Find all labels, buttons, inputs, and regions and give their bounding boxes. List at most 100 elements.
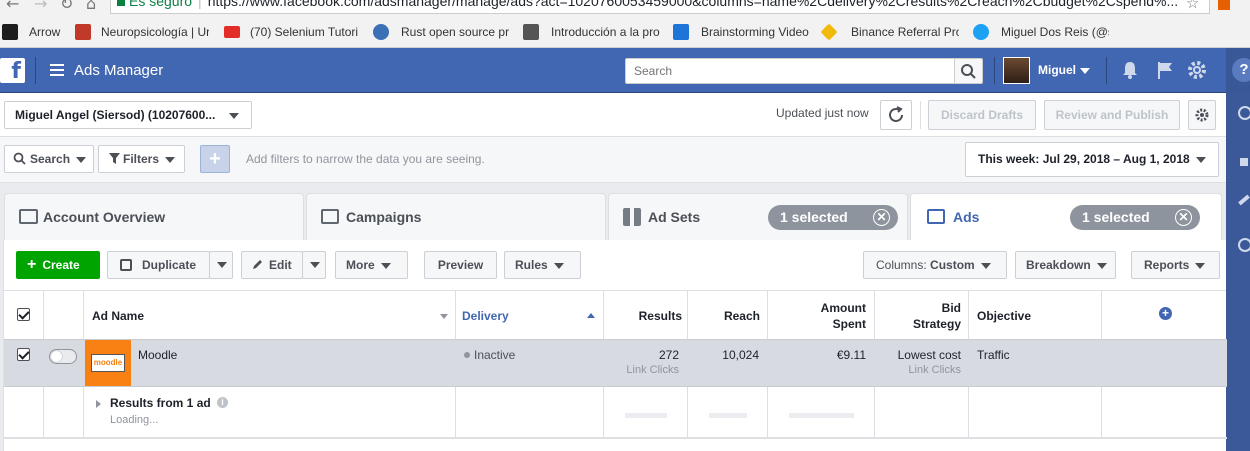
duplicate-dropdown[interactable] bbox=[209, 251, 233, 279]
duplicate-button[interactable]: Duplicate bbox=[107, 251, 210, 279]
avatar[interactable] bbox=[1003, 57, 1030, 84]
tab-label: Account Overview bbox=[43, 209, 166, 225]
results-cell: 272 bbox=[658, 348, 679, 362]
reload-icon[interactable]: ↻ bbox=[60, 0, 73, 13]
updated-status: Updated just now bbox=[776, 106, 869, 120]
settings-button[interactable] bbox=[1188, 100, 1216, 130]
bookmark-rust[interactable]: Rust open source pro bbox=[401, 25, 509, 39]
divider bbox=[35, 57, 36, 84]
bookmark-neuropsicologia[interactable]: Neuropsicología | Ur bbox=[101, 25, 209, 39]
select-all-checkbox[interactable] bbox=[17, 308, 30, 321]
url-text: https://www.facebook.com/adsmanager/mana… bbox=[207, 0, 1179, 9]
extension-icon[interactable] bbox=[1218, 0, 1230, 10]
edit-label: Edit bbox=[269, 258, 292, 272]
refresh-button[interactable] bbox=[880, 100, 912, 130]
trello-icon bbox=[673, 24, 689, 40]
adsets-selected-badge[interactable]: 1 selected ✕ bbox=[768, 205, 898, 230]
gear-icon[interactable] bbox=[1186, 59, 1208, 81]
divider bbox=[920, 101, 921, 129]
menu-icon[interactable] bbox=[50, 64, 64, 76]
info-icon[interactable]: i bbox=[217, 397, 228, 408]
delivery-cell: Inactive bbox=[474, 348, 516, 362]
ads-selected-badge[interactable]: 1 selected ✕ bbox=[1070, 205, 1200, 230]
flag-icon[interactable] bbox=[1155, 60, 1175, 80]
address-bar[interactable]: Es seguro | https://www.facebook.com/adsma… bbox=[110, 0, 1210, 14]
date-range-picker[interactable]: This week: Jul 29, 2018 – Aug 1, 2018 bbox=[965, 142, 1219, 177]
chevron-down-icon bbox=[310, 261, 320, 268]
account-selector-label: Miguel Angel (Siersod) (10207600... bbox=[15, 108, 216, 122]
search-icon bbox=[961, 64, 976, 79]
bookmark-brainstorming[interactable]: Brainstorming Video bbox=[701, 25, 809, 39]
results-sub: Link Clicks bbox=[626, 364, 679, 376]
edit-dropdown[interactable] bbox=[302, 251, 326, 279]
chevron-down-icon[interactable] bbox=[1080, 68, 1090, 74]
badge-label: 1 selected bbox=[780, 209, 848, 225]
table-bottom-border bbox=[4, 437, 1227, 439]
badge-label: 1 selected bbox=[1082, 209, 1150, 225]
ad-thumbnail[interactable]: moodle bbox=[85, 340, 131, 386]
more-button[interactable]: More bbox=[335, 251, 408, 279]
add-filter-button[interactable]: + bbox=[200, 145, 230, 173]
chart-icon[interactable] bbox=[1240, 158, 1248, 166]
close-icon[interactable]: ✕ bbox=[1175, 209, 1192, 226]
close-icon[interactable]: ✕ bbox=[873, 209, 890, 226]
bookmark-miguel[interactable]: Miguel Dos Reis (@s bbox=[1001, 25, 1109, 39]
sort-ascending-icon[interactable] bbox=[587, 313, 595, 318]
rules-button[interactable]: Rules bbox=[504, 251, 581, 279]
breakdown-button[interactable]: Breakdown bbox=[1015, 251, 1116, 279]
history-icon[interactable] bbox=[1238, 238, 1250, 252]
account-selector[interactable]: Miguel Angel (Siersod) (10207600... bbox=[4, 101, 252, 129]
bookmark-arrow[interactable]: Arrow bbox=[29, 25, 69, 39]
create-button[interactable]: + Create bbox=[16, 251, 100, 279]
row-checkbox[interactable] bbox=[17, 348, 30, 361]
tab-campaigns[interactable]: Campaigns bbox=[306, 193, 606, 240]
ad-icon bbox=[927, 209, 945, 224]
user-name[interactable]: Miguel bbox=[1038, 63, 1076, 77]
help-icon[interactable]: ? bbox=[1232, 58, 1250, 82]
loading-placeholder bbox=[709, 413, 747, 418]
search-input[interactable] bbox=[625, 58, 955, 84]
filters-button[interactable]: Filters bbox=[98, 145, 185, 173]
tab-ads[interactable]: Ads 1 selected ✕ bbox=[910, 193, 1222, 240]
objective-cell: Traffic bbox=[977, 348, 1010, 362]
reports-button[interactable]: Reports bbox=[1131, 251, 1220, 279]
discard-drafts-button[interactable]: Discard Drafts bbox=[928, 100, 1036, 130]
ad-toggle[interactable] bbox=[49, 349, 77, 364]
preview-button[interactable]: Preview bbox=[424, 251, 497, 279]
ad-name-cell[interactable]: Moodle bbox=[138, 348, 177, 362]
review-publish-button[interactable]: Review and Publish bbox=[1044, 100, 1180, 130]
facebook-logo-icon[interactable]: f bbox=[0, 58, 25, 84]
chevron-right-icon[interactable] bbox=[96, 400, 101, 408]
notifications-bell-icon[interactable] bbox=[1120, 60, 1140, 80]
divider bbox=[1106, 57, 1107, 84]
chevron-down-icon[interactable] bbox=[440, 314, 448, 319]
filters-label: Filters bbox=[123, 152, 160, 166]
star-icon[interactable]: ☆ bbox=[1186, 0, 1199, 12]
plus-icon: + bbox=[209, 148, 221, 170]
bid-sub: Link Clicks bbox=[908, 364, 961, 376]
toggle-knob bbox=[51, 351, 62, 362]
search-filter-button[interactable]: Search bbox=[4, 145, 94, 173]
columns-button[interactable]: Columns: Custom bbox=[863, 251, 1007, 279]
lock-icon bbox=[117, 0, 125, 6]
pencil-icon bbox=[253, 260, 262, 269]
bookmark-binance[interactable]: Binance Referral Prog bbox=[851, 25, 959, 39]
forward-icon[interactable]: → bbox=[34, 0, 47, 13]
loading-placeholder bbox=[625, 413, 667, 418]
funnel-icon bbox=[109, 153, 120, 164]
tab-account-overview[interactable]: Account Overview bbox=[4, 193, 304, 240]
table-row[interactable]: moodle Moodle Inactive 272 Link Clicks 1… bbox=[4, 339, 1227, 387]
bookmark-introduccion[interactable]: Introducción a la pro bbox=[551, 25, 661, 39]
tab-ad-sets[interactable]: Ad Sets 1 selected ✕ bbox=[608, 193, 908, 240]
tab-label: Campaigns bbox=[346, 209, 422, 225]
search-button[interactable] bbox=[954, 58, 983, 84]
side-panel-strip bbox=[1226, 93, 1250, 451]
edit-button[interactable]: Edit bbox=[241, 251, 303, 279]
home-icon[interactable]: ⌂ bbox=[86, 0, 96, 13]
add-column-icon[interactable]: + bbox=[1159, 307, 1172, 320]
ads-manager-topbar: f Ads Manager Miguel bbox=[0, 48, 1226, 93]
bookmark-selenium[interactable]: (70) Selenium Tutori bbox=[250, 25, 358, 39]
collapse-icon[interactable] bbox=[1238, 106, 1250, 120]
back-icon[interactable]: ← bbox=[6, 0, 19, 13]
breakdown-label: Breakdown bbox=[1026, 258, 1091, 272]
